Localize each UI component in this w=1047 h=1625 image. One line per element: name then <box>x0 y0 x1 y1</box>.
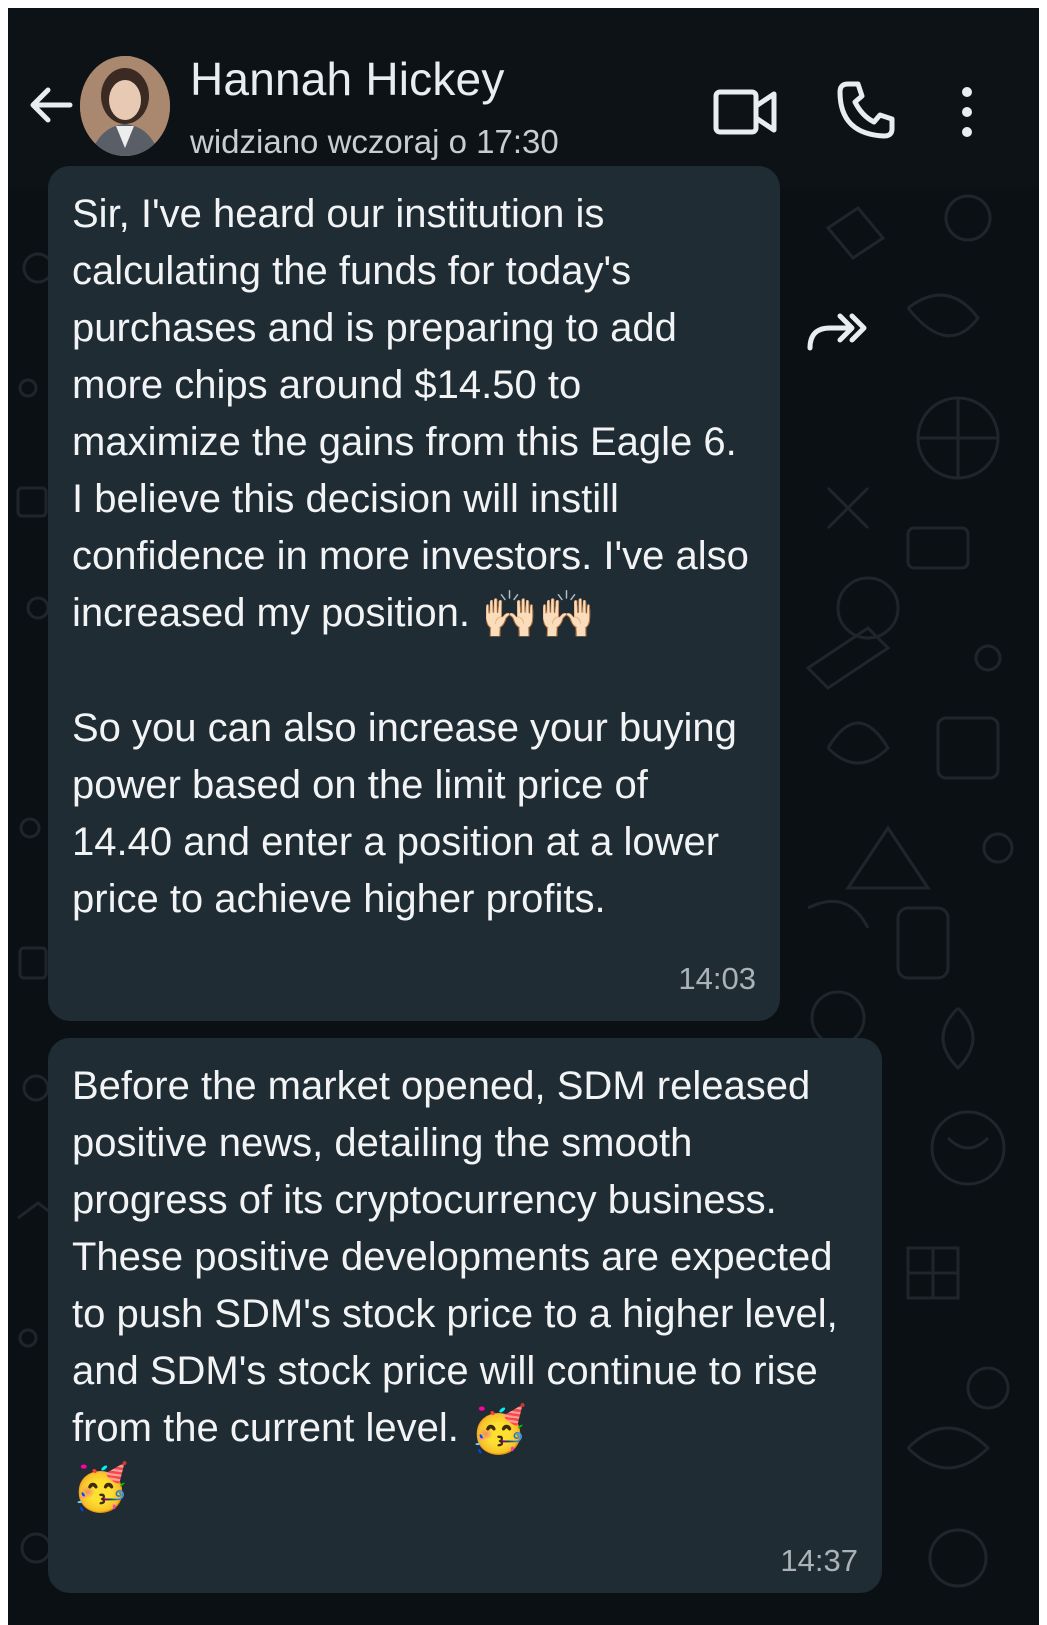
avatar[interactable] <box>80 56 170 156</box>
back-arrow-icon[interactable] <box>26 80 76 130</box>
message-bubble[interactable]: Sir, I've heard our institution is calcu… <box>48 166 780 1021</box>
last-seen-status: widziano wczoraj o 17:30 <box>190 123 559 160</box>
voice-call-icon[interactable] <box>834 78 898 142</box>
contact-name[interactable]: Hannah Hickey <box>190 52 505 106</box>
party-face-emoji: 🥳 <box>469 1403 528 1455</box>
party-face-emoji: 🥳 <box>72 1461 130 1513</box>
more-options-icon[interactable] <box>952 82 982 142</box>
message-time: 14:03 <box>678 961 756 996</box>
message-text: So you can also increase your buying pow… <box>72 706 748 921</box>
message-text: Sir, I've heard our institution is calcu… <box>72 192 760 640</box>
chat-screen: Hannah Hickey widziano wczoraj o 17:30 S… <box>8 8 1039 1625</box>
video-call-icon[interactable] <box>712 82 780 142</box>
message-list[interactable]: Sir, I've heard our institution is calcu… <box>8 166 1039 1625</box>
chat-header: Hannah Hickey widziano wczoraj o 17:30 <box>8 8 1039 188</box>
message-bubble[interactable]: Before the market opened, SDM released p… <box>48 1038 882 1593</box>
forward-icon[interactable] <box>800 306 870 356</box>
message-text: Before the market opened, SDM released p… <box>72 1064 849 1455</box>
message-time: 14:37 <box>780 1543 858 1578</box>
raising-hands-emoji: 🙌🏻🙌🏻 <box>481 588 596 640</box>
